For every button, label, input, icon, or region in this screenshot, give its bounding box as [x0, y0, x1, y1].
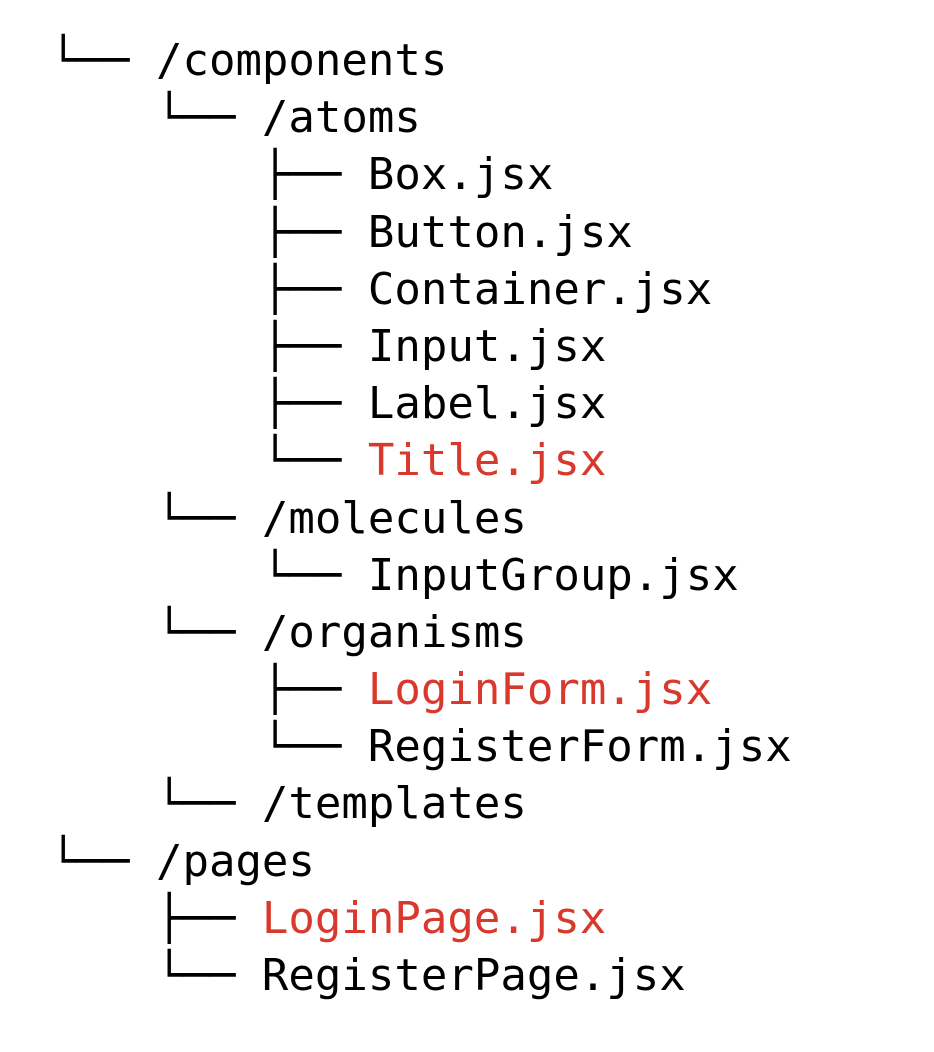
tree-branch-connector: ├──: [50, 263, 368, 315]
tree-branch-connector: ├──: [50, 378, 368, 430]
tree-row: └── /pages: [50, 833, 792, 890]
tree-node-name: RegisterPage.jsx: [261, 950, 686, 1001]
tree-branch-connector: └──: [50, 549, 368, 601]
tree-node-name: Label.jsx: [367, 378, 607, 430]
tree-node-name: /templates: [261, 778, 527, 830]
tree-node-name: Button.jsx: [367, 206, 633, 258]
tree-row: └── /atoms: [50, 89, 792, 146]
tree-node-name: Box.jsx: [367, 149, 554, 201]
tree-row: └── InputGroup.jsx: [50, 547, 792, 604]
tree-branch-connector: └──: [50, 721, 368, 773]
tree-branch-connector: └──: [50, 435, 368, 487]
tree-node-name: /pages: [155, 835, 315, 887]
tree-row: ├── LoginPage.jsx: [50, 890, 792, 947]
tree-branch-connector: └──: [50, 492, 262, 544]
tree-row: ├── Button.jsx: [50, 204, 792, 261]
tree-row: ├── Container.jsx: [50, 261, 792, 318]
tree-row: ├── Box.jsx: [50, 146, 792, 203]
tree-row: └── /molecules: [50, 490, 792, 547]
tree-node-name: Container.jsx: [367, 263, 713, 315]
tree-node-name: /components: [155, 35, 448, 86]
tree-node-name: Input.jsx: [367, 320, 607, 372]
tree-node-name: LoginPage.jsx: [261, 892, 607, 944]
tree-branch-connector: └──: [50, 35, 156, 86]
tree-branch-connector: ├──: [50, 320, 368, 372]
tree-branch-connector: └──: [50, 835, 156, 887]
tree-branch-connector: └──: [50, 778, 262, 830]
tree-row: └── RegisterForm.jsx: [50, 718, 792, 775]
tree-row: └── /components: [50, 32, 792, 89]
tree-node-name: /molecules: [261, 492, 527, 544]
file-tree: └── /components └── /atoms ├── Box.jsx ├…: [50, 32, 792, 1004]
tree-row: ├── Label.jsx: [50, 375, 792, 432]
tree-branch-connector: ├──: [50, 664, 368, 716]
tree-row: ├── Input.jsx: [50, 318, 792, 375]
tree-branch-connector: ├──: [50, 149, 368, 201]
tree-row: └── RegisterPage.jsx: [50, 947, 792, 1004]
tree-node-name: /organisms: [261, 606, 527, 658]
tree-row: └── /templates: [50, 775, 792, 832]
tree-branch-connector: ├──: [50, 892, 262, 944]
tree-branch-connector: └──: [50, 92, 262, 144]
tree-node-name: RegisterForm.jsx: [367, 721, 792, 773]
tree-branch-connector: └──: [50, 606, 262, 658]
tree-branch-connector: └──: [50, 950, 262, 1001]
tree-branch-connector: ├──: [50, 206, 368, 258]
tree-node-name: InputGroup.jsx: [367, 549, 739, 601]
tree-row: ├── LoginForm.jsx: [50, 661, 792, 718]
tree-node-name: LoginForm.jsx: [367, 664, 713, 716]
tree-node-name: Title.jsx: [367, 435, 607, 487]
tree-node-name: /atoms: [261, 92, 421, 144]
tree-row: └── /organisms: [50, 604, 792, 661]
tree-row: └── Title.jsx: [50, 432, 792, 489]
